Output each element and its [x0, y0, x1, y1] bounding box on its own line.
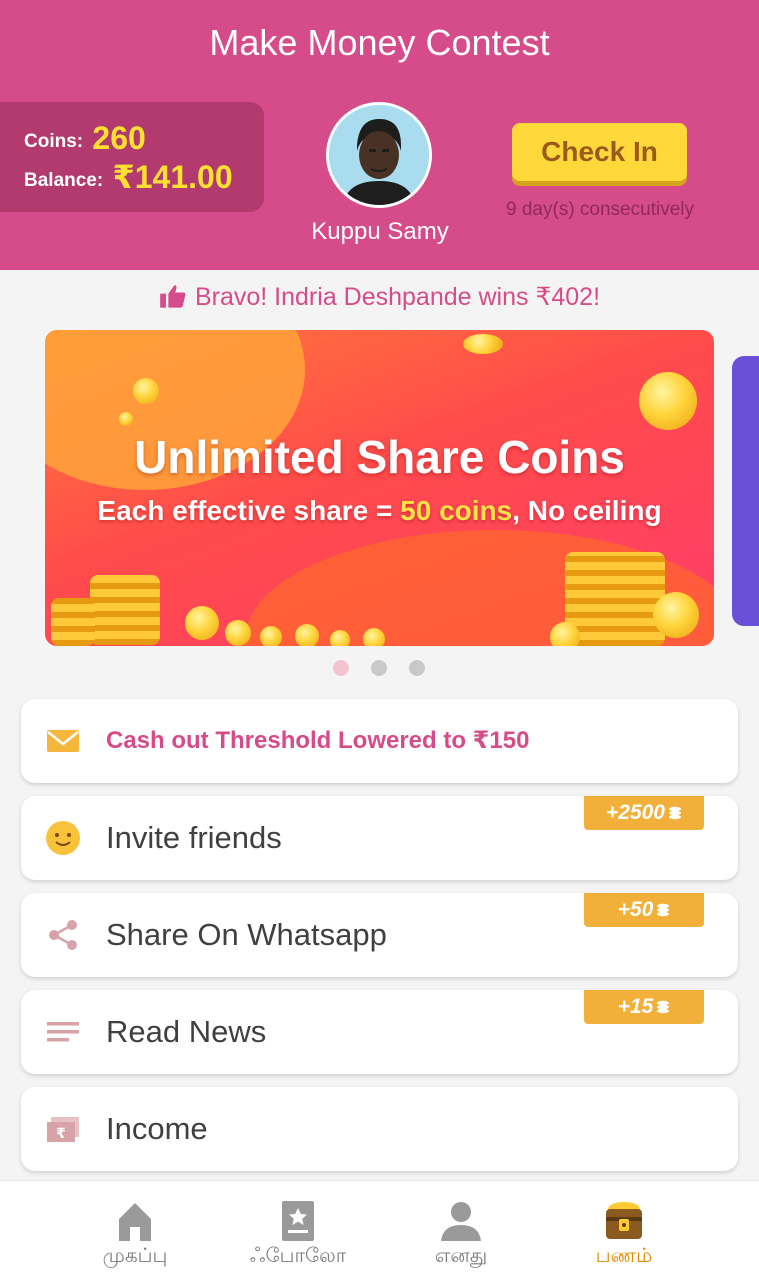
coins-row: Coins: 260 [24, 120, 146, 157]
carousel-dot[interactable] [371, 660, 387, 676]
coins-label: Coins: [24, 131, 84, 152]
page-title: Make Money Contest [209, 22, 550, 63]
promo-banner[interactable]: Unlimited Share Coins Each effective sha… [45, 330, 714, 646]
task-share-whatsapp[interactable]: Share On Whatsapp +50 [21, 893, 738, 977]
share-icon [49, 920, 77, 950]
coin-icon [260, 626, 282, 646]
tab-label: எனது [434, 1245, 488, 1267]
coin-icon [330, 630, 350, 646]
bookmark-star-icon [282, 1201, 314, 1241]
balance-label: Balance: [24, 170, 104, 191]
wallet-summary[interactable]: Coins: 260 Balance: ₹141.00 [0, 102, 264, 212]
coin-icon [295, 624, 319, 646]
coin-stack-icon [657, 903, 670, 917]
next-banner-peek[interactable] [732, 356, 759, 626]
tab-home[interactable]: முகப்பு [40, 1181, 230, 1281]
balance-value: ₹141.00 [112, 159, 233, 195]
smiley-icon [46, 821, 80, 855]
tab-label: பணம் [595, 1245, 653, 1267]
tab-follow[interactable]: ஃபோலோ [203, 1181, 393, 1281]
treasure-chest-icon [606, 1202, 642, 1239]
coin-stack-icon [51, 598, 95, 646]
check-in-button[interactable]: Check In [512, 123, 687, 181]
username: Kuppu Samy [311, 218, 449, 245]
winner-ticker: Bravo! Indria Deshpande wins ₹402! [0, 282, 759, 312]
banner-sub-prefix: Each effective share = [97, 495, 401, 526]
coin-icon [119, 412, 133, 426]
banner-sub-suffix: , No ceiling [512, 495, 662, 526]
coin-icon [639, 372, 697, 430]
task-label: Invite friends [106, 820, 282, 855]
checkin-streak: 9 day(s) consecutively [506, 199, 694, 220]
task-label: Share On Whatsapp [106, 917, 387, 952]
header: Make Money Contest Coins: 260 Balance: ₹… [0, 0, 759, 270]
rupee-note-icon: ₹ [47, 1117, 79, 1142]
reward-amount: +15 [617, 995, 654, 1018]
avatar[interactable] [326, 102, 432, 208]
carousel-dot[interactable] [409, 660, 425, 676]
thumbs-up-icon [160, 285, 186, 308]
carousel-dots [333, 660, 447, 681]
task-income[interactable]: ₹ Income [21, 1087, 738, 1171]
tab-money[interactable]: பணம் [529, 1181, 719, 1281]
task-read-news[interactable]: Read News +15 [21, 990, 738, 1074]
ticker-text: Bravo! Indria Deshpande wins ₹402! [194, 283, 601, 311]
reward-amount: +2500 [606, 801, 665, 824]
reward-amount: +50 [617, 898, 654, 921]
tab-profile[interactable]: எனது [366, 1181, 556, 1281]
coin-stack-icon [90, 575, 160, 645]
home-icon [119, 1203, 151, 1241]
reward-badge: +2500 [584, 796, 704, 830]
coin-stack-icon [668, 806, 681, 820]
tab-label: ஃபோலோ [249, 1245, 347, 1267]
coin-icon [653, 592, 699, 638]
coin-stack-icon [657, 1000, 670, 1014]
notice-card[interactable]: Cash out Threshold Lowered to ₹150 [21, 699, 738, 783]
notice-text: Cash out Threshold Lowered to ₹150 [106, 727, 530, 754]
coin-icon [185, 606, 219, 640]
balance-row: Balance: ₹141.00 [24, 158, 233, 196]
tab-label: முகப்பு [102, 1245, 168, 1267]
coin-icon [363, 628, 385, 646]
coin-icon [133, 378, 159, 404]
task-label: Income [106, 1111, 208, 1146]
banner-subtext: Each effective share = 50 coins, No ceil… [45, 495, 714, 527]
task-invite-friends[interactable]: Invite friends +2500 [21, 796, 738, 880]
svg-text:₹: ₹ [56, 1126, 66, 1142]
reward-badge: +50 [584, 893, 704, 927]
coin-icon [225, 620, 251, 646]
envelope-icon [47, 730, 79, 752]
person-icon [441, 1202, 481, 1241]
bottom-tab-bar: முகப்பு ஃபோலோ எனது பணம் [0, 1180, 759, 1281]
coin-stack-icon [565, 552, 665, 646]
banner-sub-highlight: 50 coins [400, 495, 513, 526]
news-lines-icon [47, 1022, 79, 1042]
coins-value: 260 [92, 120, 146, 156]
carousel-dot[interactable] [333, 660, 349, 676]
task-label: Read News [106, 1014, 267, 1049]
reward-badge: +15 [584, 990, 704, 1024]
banner-headline: Unlimited Share Coins [134, 431, 625, 483]
avatar-photo-icon [329, 105, 429, 205]
coin-icon [550, 622, 580, 646]
coin-icon [463, 334, 503, 354]
